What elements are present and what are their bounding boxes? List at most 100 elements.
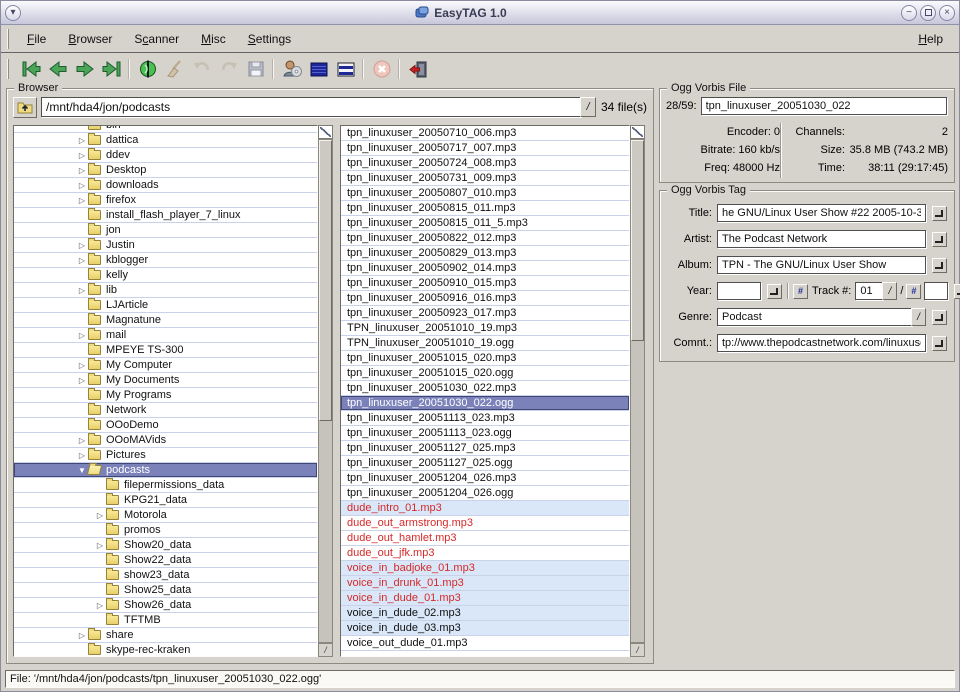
menu-item-help[interactable]: Help	[908, 28, 953, 50]
tree-item[interactable]: MPEYE TS-300	[14, 343, 317, 358]
file-row[interactable]: voice_in_dude_03.mp3	[341, 621, 629, 636]
tree-item[interactable]: firefox	[14, 193, 317, 208]
tree-item[interactable]: Network	[14, 403, 317, 418]
next-file-button[interactable]	[71, 56, 98, 82]
tree-item[interactable]: install_flash_player_7_linux	[14, 208, 317, 223]
tag-title-all-button[interactable]	[932, 206, 947, 221]
file-row[interactable]: tpn_linuxuser_20050910_015.mp3	[341, 276, 629, 291]
file-row[interactable]: tpn_linuxuser_20051204_026.mp3	[341, 471, 629, 486]
expander-icon[interactable]	[76, 329, 88, 342]
file-row[interactable]: tpn_linuxuser_20050829_013.mp3	[341, 246, 629, 261]
scan-files-button[interactable]	[134, 56, 161, 82]
file-row[interactable]: dude_out_hamlet.mp3	[341, 531, 629, 546]
file-list-scrollbar[interactable]: /	[630, 125, 645, 657]
tree-item[interactable]: LJArticle	[14, 298, 317, 313]
tree-item[interactable]: KPG21_data	[14, 493, 317, 508]
track-total-sequence-button[interactable]: #	[906, 284, 921, 299]
tree-item[interactable]: OOoMAVids	[14, 433, 317, 448]
artist-album-view-button[interactable]	[278, 56, 305, 82]
file-row[interactable]: TPN_linuxuser_20051010_19.ogg	[341, 336, 629, 351]
file-row[interactable]: tpn_linuxuser_20050923_017.mp3	[341, 306, 629, 321]
tree-item[interactable]: My Computer	[14, 358, 317, 373]
menu-item[interactable]: Scanner	[124, 28, 189, 50]
file-row[interactable]: TPN_linuxuser_20051010_19.mp3	[341, 321, 629, 336]
remove-tags-button[interactable]	[161, 56, 188, 82]
redo-button[interactable]	[215, 56, 242, 82]
tree-item[interactable]: OOoDemo	[14, 418, 317, 433]
album-input[interactable]	[717, 256, 926, 274]
menubar-drag-handle[interactable]	[7, 29, 12, 49]
invert-selection-button[interactable]	[332, 56, 359, 82]
tag-year-all-button[interactable]	[767, 284, 782, 299]
file-row[interactable]: tpn_linuxuser_20050724_008.mp3	[341, 156, 629, 171]
file-scrollbar-trough[interactable]	[630, 139, 645, 643]
menu-item[interactable]: File	[17, 28, 56, 50]
menu-item[interactable]: Browser	[58, 28, 122, 50]
file-row[interactable]: tpn_linuxuser_20051127_025.ogg	[341, 456, 629, 471]
tree-item[interactable]: My Documents	[14, 373, 317, 388]
parent-directory-button[interactable]	[13, 97, 37, 118]
file-row[interactable]: tpn_linuxuser_20051030_022.ogg	[341, 396, 629, 411]
genre-input[interactable]	[717, 308, 912, 326]
tree-item[interactable]: show23_data	[14, 568, 317, 583]
file-row[interactable]: dude_out_armstrong.mp3	[341, 516, 629, 531]
file-row[interactable]: dude_out_jfk.mp3	[341, 546, 629, 561]
file-row[interactable]: tpn_linuxuser_20050815_011.mp3	[341, 201, 629, 216]
menu-item[interactable]: Settings	[238, 28, 301, 50]
tree-item[interactable]: Motorola	[14, 508, 317, 523]
tree-item[interactable]: share	[14, 628, 317, 643]
file-row[interactable]: tpn_linuxuser_20050815_011_5.mp3	[341, 216, 629, 231]
undo-button[interactable]	[188, 56, 215, 82]
artist-input[interactable]	[717, 230, 926, 248]
filename-input[interactable]	[701, 97, 947, 115]
tag-artist-all-button[interactable]	[932, 232, 947, 247]
tree-item[interactable]: jon	[14, 223, 317, 238]
file-row[interactable]: voice_in_badjoke_01.mp3	[341, 561, 629, 576]
tree-item[interactable]: TFTMB	[14, 613, 317, 628]
first-file-button[interactable]	[17, 56, 44, 82]
file-row[interactable]: tpn_linuxuser_20051113_023.ogg	[341, 426, 629, 441]
tree-item[interactable]: Show20_data	[14, 538, 317, 553]
track-sequence-button[interactable]: #	[793, 284, 808, 299]
file-row[interactable]: dude_intro_01.mp3	[341, 501, 629, 516]
year-input[interactable]	[717, 282, 761, 300]
expander-icon[interactable]	[76, 434, 88, 447]
file-row[interactable]: tpn_linuxuser_20050807_010.mp3	[341, 186, 629, 201]
expander-icon[interactable]	[94, 509, 106, 522]
tag-track-all-button[interactable]	[954, 284, 960, 299]
window-menu-button[interactable]: ▾	[5, 5, 21, 21]
tree-item[interactable]: kelly	[14, 268, 317, 283]
tree-scrollbar-trough[interactable]	[318, 139, 333, 643]
file-row[interactable]: voice_in_dude_01.mp3	[341, 591, 629, 606]
expander-icon[interactable]	[76, 194, 88, 207]
file-row[interactable]: voice_out_dude_01.mp3	[341, 636, 629, 651]
path-dropdown-button[interactable]	[580, 97, 596, 117]
tree-item[interactable]: Pictures	[14, 448, 317, 463]
file-row[interactable]: tpn_linuxuser_20051030_022.mp3	[341, 381, 629, 396]
file-row[interactable]: tpn_linuxuser_20050710_006.mp3	[341, 126, 629, 141]
file-scrollbar-thumb[interactable]	[631, 140, 644, 341]
file-row[interactable]: tpn_linuxuser_20051015_020.mp3	[341, 351, 629, 366]
tree-item[interactable]: promos	[14, 523, 317, 538]
tag-album-all-button[interactable]	[932, 258, 947, 273]
select-all-files-button[interactable]	[305, 56, 332, 82]
tree-scrollbar[interactable]: /	[318, 125, 333, 657]
expander-icon[interactable]	[76, 149, 88, 162]
expander-icon[interactable]	[76, 254, 88, 267]
genre-dropdown-button[interactable]	[911, 308, 926, 326]
expander-icon[interactable]	[76, 239, 88, 252]
tree-item[interactable]: My Programs	[14, 388, 317, 403]
file-row[interactable]: voice_in_drunk_01.mp3	[341, 576, 629, 591]
track-dropdown-button[interactable]	[882, 282, 897, 300]
tree-item[interactable]: filepermissions_data	[14, 478, 317, 493]
title-input[interactable]	[717, 204, 926, 222]
expander-icon[interactable]	[76, 284, 88, 297]
minimize-button[interactable]: −	[901, 5, 917, 21]
maximize-button[interactable]	[920, 5, 936, 21]
tree-item[interactable]: downloads	[14, 178, 317, 193]
save-files-button[interactable]	[242, 56, 269, 82]
tree-item[interactable]: lib	[14, 283, 317, 298]
file-row[interactable]: tpn_linuxuser_20050717_007.mp3	[341, 141, 629, 156]
expander-icon[interactable]	[76, 449, 88, 462]
comment-input[interactable]	[717, 334, 926, 352]
